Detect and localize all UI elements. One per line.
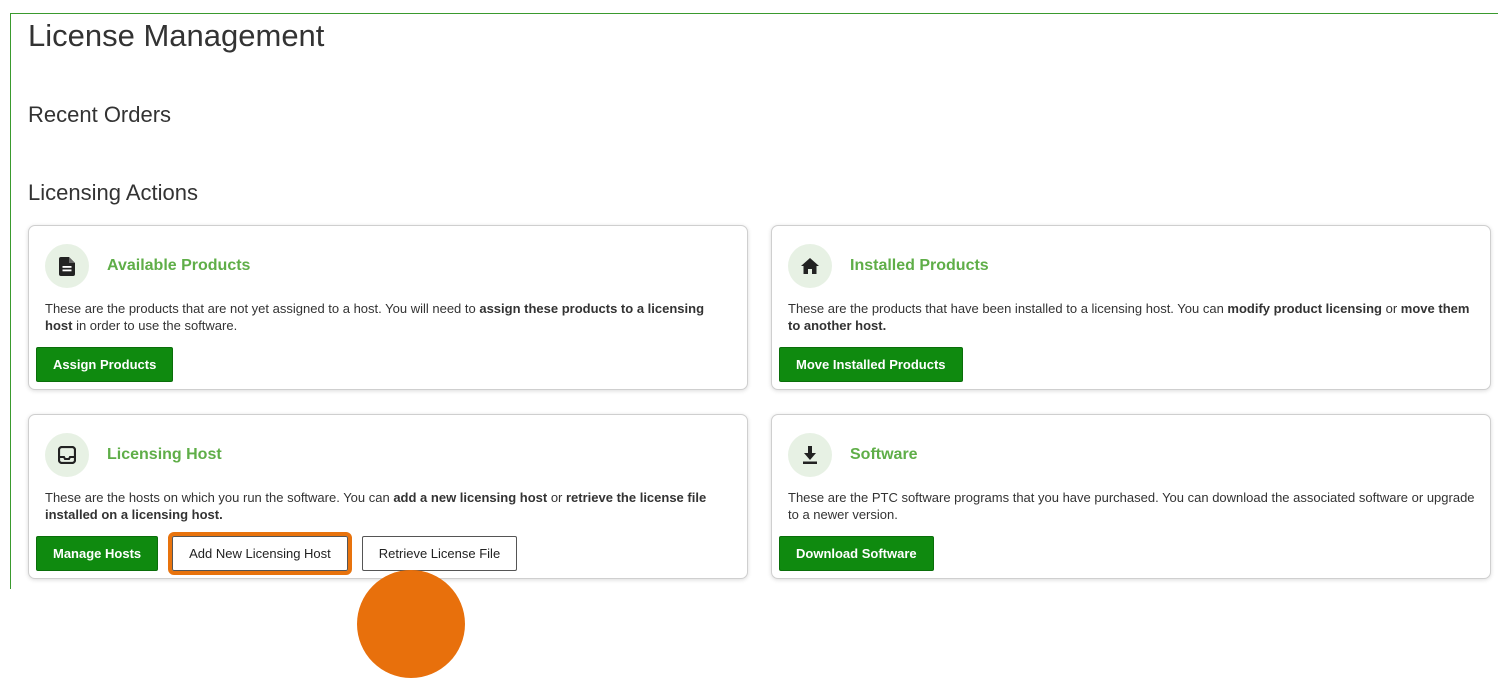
card-header: Available Products <box>45 244 250 288</box>
add-new-licensing-host-button[interactable]: Add New Licensing Host <box>168 532 352 575</box>
move-installed-products-button[interactable]: Move Installed Products <box>779 347 963 382</box>
download-software-button[interactable]: Download Software <box>779 536 934 571</box>
card-header: Installed Products <box>788 244 989 288</box>
card-description: These are the products that are not yet … <box>45 301 705 333</box>
card-title: Licensing Host <box>107 446 222 463</box>
card-header: Licensing Host <box>45 433 222 477</box>
download-icon <box>788 433 832 477</box>
card-description: These are the products that have been in… <box>788 301 1470 333</box>
card-title: Installed Products <box>850 257 989 274</box>
card-description: These are the PTC software programs that… <box>788 490 1475 522</box>
inbox-icon <box>45 433 89 477</box>
card-title: Software <box>850 446 918 463</box>
card-title: Available Products <box>107 257 251 274</box>
available-products-card: Available Products These are the product… <box>28 225 748 390</box>
manage-hosts-button[interactable]: Manage Hosts <box>36 536 159 571</box>
software-card: Software These are the PTC software prog… <box>771 414 1491 579</box>
retrieve-license-file-button[interactable]: Retrieve License File <box>361 536 518 571</box>
recent-orders-heading: Recent Orders <box>28 102 172 127</box>
home-icon <box>788 244 832 288</box>
licensing-host-card: Licensing Host These are the hosts on wh… <box>28 414 748 579</box>
assign-products-button[interactable]: Assign Products <box>36 347 174 382</box>
card-header: Software <box>788 433 918 477</box>
click-indicator-marker <box>357 570 465 678</box>
installed-products-card: Installed Products These are the product… <box>771 225 1491 390</box>
document-icon <box>45 244 89 288</box>
card-description: These are the hosts on which you run the… <box>45 490 707 522</box>
page-title: License Management <box>28 18 325 53</box>
licensing-actions-heading: Licensing Actions <box>28 180 198 205</box>
